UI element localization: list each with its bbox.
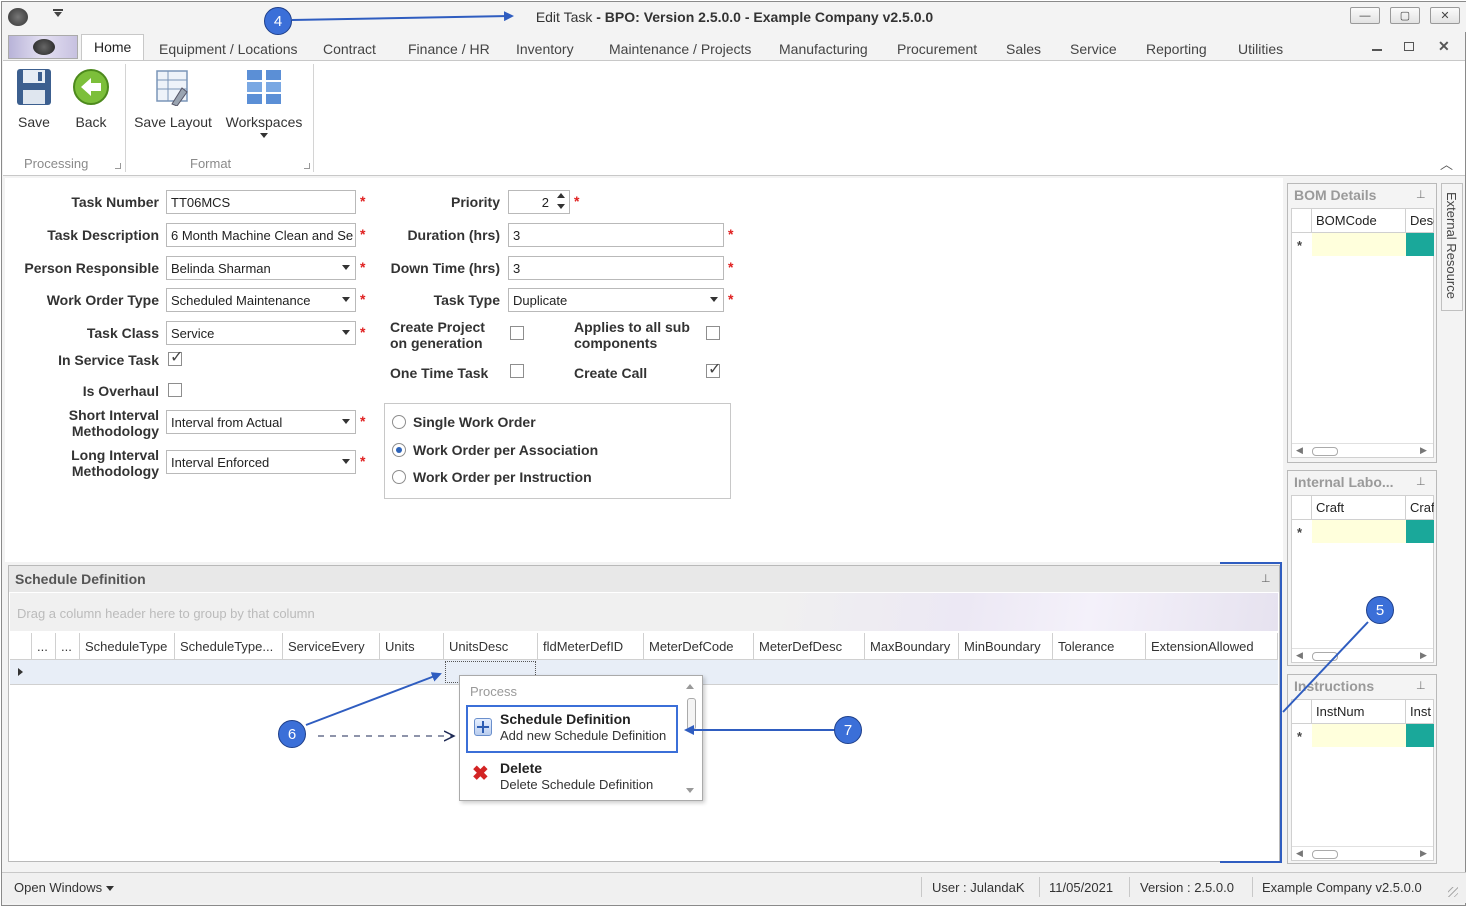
annotation-overlay — [291, 11, 1369, 863]
callout-4-badge: 4 — [264, 7, 292, 35]
callout-4-arrow — [291, 11, 514, 22]
callout-5-bracket — [1220, 562, 1282, 863]
callout-6-arrow — [305, 672, 442, 726]
callout-6-badge: 6 — [278, 720, 306, 748]
callout-5-badge: 5 — [1366, 596, 1394, 624]
callout-7-badge: 7 — [834, 716, 862, 744]
callout-5-line — [1282, 621, 1369, 713]
